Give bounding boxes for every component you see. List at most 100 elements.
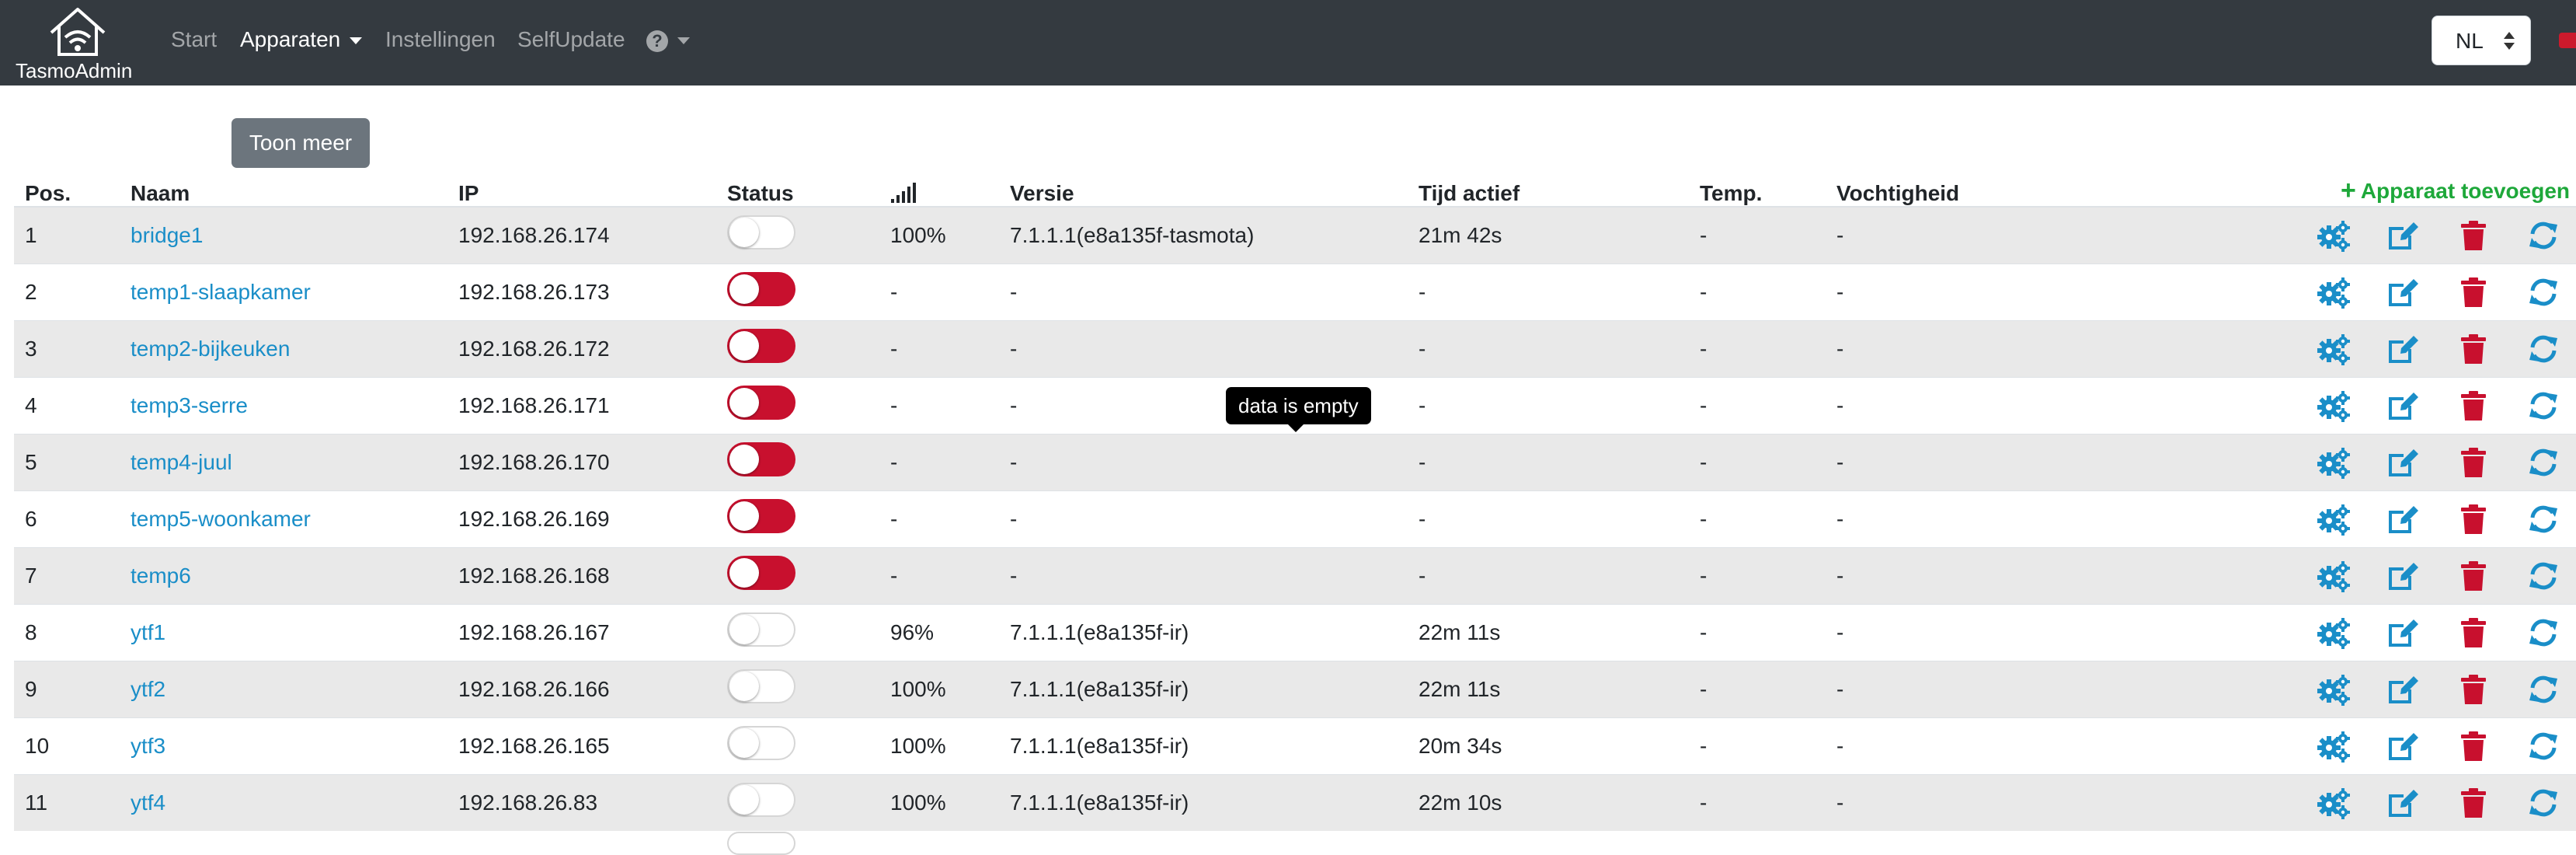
device-name-link[interactable]: temp4-juul: [131, 450, 232, 474]
gears-icon[interactable]: [2317, 672, 2351, 707]
col-header-humidity[interactable]: Vochtigheid: [1826, 176, 2292, 208]
refresh-icon[interactable]: [2526, 672, 2560, 707]
status-toggle-partial[interactable]: [727, 832, 795, 855]
device-name-link[interactable]: ytf2: [131, 677, 165, 701]
gears-icon[interactable]: [2317, 786, 2351, 820]
cell-ip: 192.168.26.174: [447, 206, 716, 264]
add-device-link[interactable]: + Apparaat toevoegen: [2341, 176, 2570, 206]
flag-icon: [2559, 33, 2576, 48]
device-name-link[interactable]: temp1-slaapkamer: [131, 280, 311, 304]
cell-signal: -: [879, 377, 999, 434]
trash-icon[interactable]: [2456, 616, 2491, 650]
edit-icon[interactable]: [2386, 389, 2421, 423]
gears-icon[interactable]: [2317, 616, 2351, 650]
refresh-icon[interactable]: [2526, 332, 2560, 366]
col-header-ip[interactable]: IP: [447, 176, 716, 208]
brand-logo[interactable]: TasmoAdmin: [12, 5, 144, 82]
nav-help-dropdown[interactable]: ?: [646, 27, 690, 52]
cell-name: temp6: [120, 547, 447, 605]
trash-icon[interactable]: [2456, 786, 2491, 820]
refresh-icon[interactable]: [2526, 502, 2560, 536]
cell-uptime: -: [1408, 320, 1689, 378]
edit-icon[interactable]: [2386, 672, 2421, 707]
status-toggle[interactable]: [727, 726, 795, 760]
col-header-signal[interactable]: [879, 176, 999, 208]
refresh-icon[interactable]: [2526, 218, 2560, 253]
status-toggle[interactable]: [727, 499, 795, 533]
status-toggle[interactable]: [727, 669, 795, 703]
language-select[interactable]: NL: [2432, 16, 2531, 65]
trash-icon[interactable]: [2456, 332, 2491, 366]
device-name-link[interactable]: temp6: [131, 564, 191, 588]
device-name-link[interactable]: temp2-bijkeuken: [131, 337, 290, 361]
refresh-icon[interactable]: [2526, 729, 2560, 763]
device-name-link[interactable]: temp3-serre: [131, 393, 248, 417]
status-toggle[interactable]: [727, 329, 795, 363]
refresh-icon[interactable]: [2526, 559, 2560, 593]
gears-icon[interactable]: [2317, 275, 2351, 309]
edit-icon[interactable]: [2386, 218, 2421, 253]
edit-icon[interactable]: [2386, 445, 2421, 480]
edit-icon[interactable]: [2386, 332, 2421, 366]
refresh-icon[interactable]: [2526, 616, 2560, 650]
trash-icon[interactable]: [2456, 559, 2491, 593]
gears-icon[interactable]: [2317, 559, 2351, 593]
trash-icon[interactable]: [2456, 218, 2491, 253]
device-name-link[interactable]: bridge1: [131, 223, 203, 247]
device-table-container: Pos. Naam IP Status Versie Tijd actief T…: [14, 176, 2576, 831]
col-header-version[interactable]: Versie: [999, 176, 1408, 208]
cell-version: 7.1.1.1(e8a135f-ir): [999, 604, 1408, 661]
status-toggle[interactable]: [727, 556, 795, 590]
cell-uptime: -: [1408, 263, 1689, 321]
col-header-status[interactable]: Status: [716, 176, 879, 208]
refresh-icon[interactable]: [2526, 389, 2560, 423]
gears-icon[interactable]: [2317, 218, 2351, 253]
nav-start[interactable]: Start: [171, 27, 217, 52]
status-toggle[interactable]: [727, 783, 795, 817]
cell-version: -: [999, 434, 1408, 491]
status-toggle[interactable]: [727, 272, 795, 306]
device-name-link[interactable]: ytf4: [131, 790, 165, 815]
gears-icon[interactable]: [2317, 502, 2351, 536]
device-name-link[interactable]: temp5-woonkamer: [131, 507, 311, 531]
device-name-link[interactable]: ytf3: [131, 734, 165, 758]
nav-apparaten[interactable]: Apparaten: [240, 27, 363, 52]
gears-icon[interactable]: [2317, 389, 2351, 423]
col-header-temp[interactable]: Temp.: [1689, 176, 1826, 208]
edit-icon[interactable]: [2386, 616, 2421, 650]
refresh-icon[interactable]: [2526, 786, 2560, 820]
trash-icon[interactable]: [2456, 672, 2491, 707]
edit-icon[interactable]: [2386, 559, 2421, 593]
trash-icon[interactable]: [2456, 389, 2491, 423]
cell-temp: -: [1689, 263, 1826, 321]
gears-icon[interactable]: [2317, 445, 2351, 480]
cell-uptime: 22m 10s: [1408, 774, 1689, 831]
nav-selfupdate[interactable]: SelfUpdate: [517, 27, 625, 52]
status-toggle[interactable]: [727, 386, 795, 420]
edit-icon[interactable]: [2386, 502, 2421, 536]
status-toggle[interactable]: [727, 442, 795, 476]
trash-icon[interactable]: [2456, 275, 2491, 309]
gears-icon[interactable]: [2317, 332, 2351, 366]
edit-icon[interactable]: [2386, 786, 2421, 820]
nav-instellingen[interactable]: Instellingen: [385, 27, 496, 52]
device-name-link[interactable]: ytf1: [131, 620, 165, 644]
question-circle-icon: ?: [646, 30, 668, 52]
status-toggle[interactable]: [727, 215, 795, 250]
status-toggle[interactable]: [727, 612, 795, 647]
trash-icon[interactable]: [2456, 729, 2491, 763]
refresh-icon[interactable]: [2526, 445, 2560, 480]
trash-icon[interactable]: [2456, 502, 2491, 536]
cell-uptime: 21m 42s: [1408, 206, 1689, 264]
table-row: 5 temp4-juul 192.168.26.170 - - - - -: [14, 434, 2576, 491]
edit-icon[interactable]: [2386, 275, 2421, 309]
edit-icon[interactable]: [2386, 729, 2421, 763]
trash-icon[interactable]: [2456, 445, 2491, 480]
cell-actions: [2292, 774, 2576, 831]
refresh-icon[interactable]: [2526, 275, 2560, 309]
col-header-uptime[interactable]: Tijd actief: [1408, 176, 1689, 208]
col-header-pos[interactable]: Pos.: [14, 176, 120, 208]
show-more-button[interactable]: Toon meer: [231, 118, 370, 168]
gears-icon[interactable]: [2317, 729, 2351, 763]
col-header-name[interactable]: Naam: [120, 176, 447, 208]
